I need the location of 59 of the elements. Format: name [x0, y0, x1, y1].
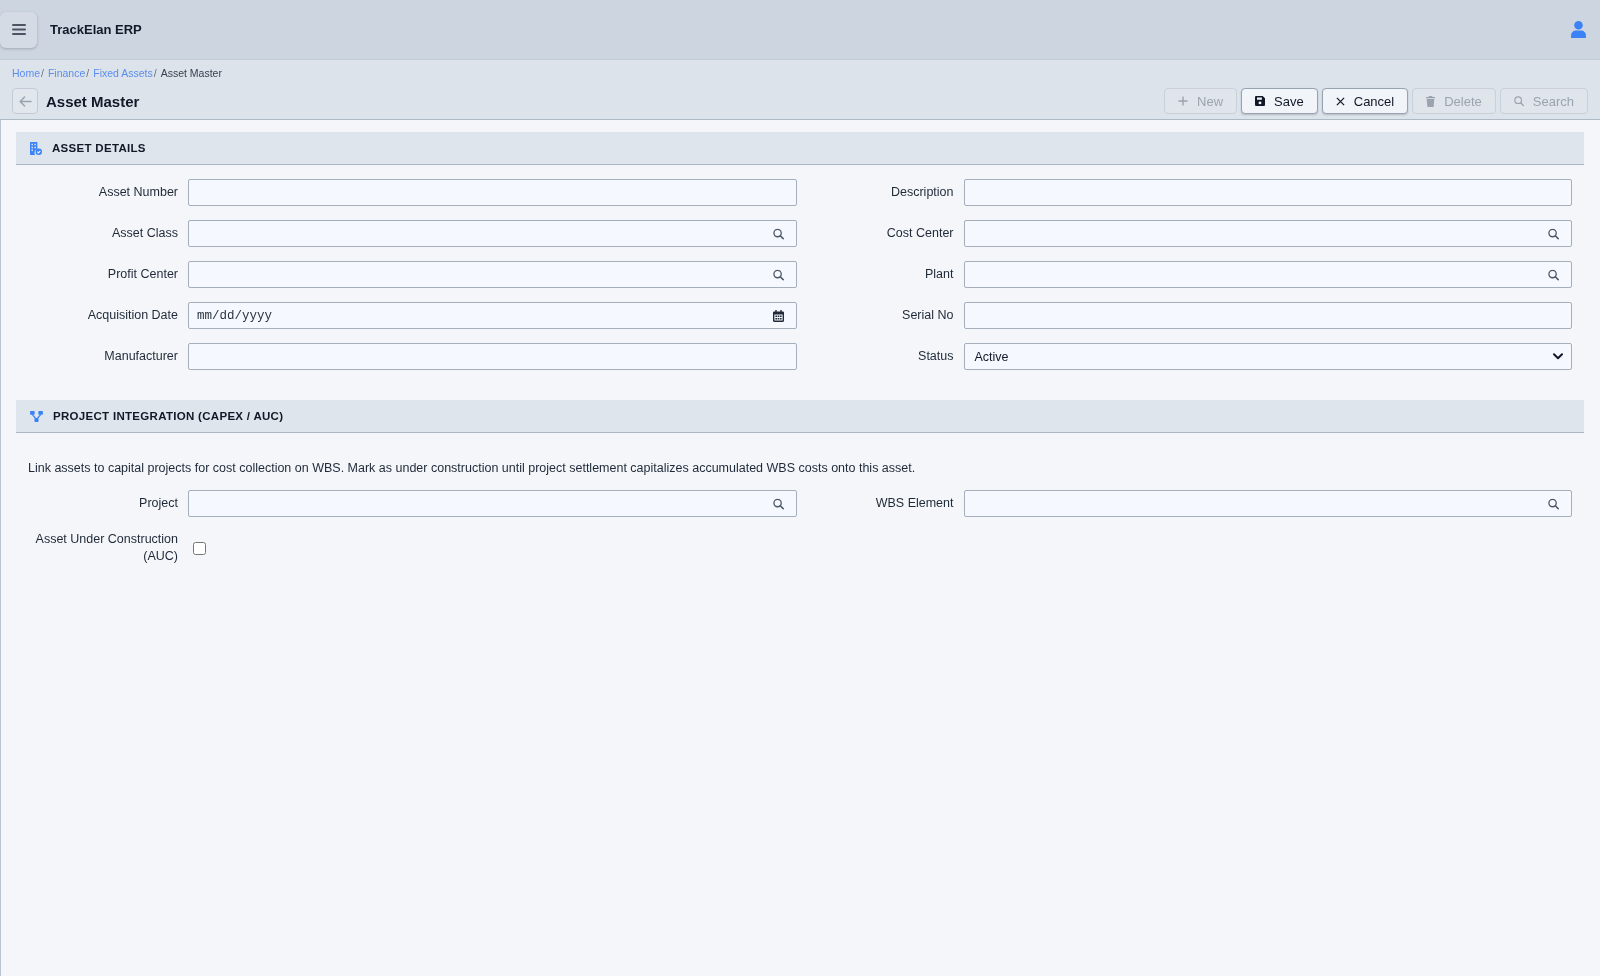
search-icon[interactable]	[1548, 228, 1559, 239]
field-label: Project	[139, 495, 178, 512]
network-diagram-icon	[30, 410, 43, 422]
lookup-field[interactable]	[963, 220, 1572, 247]
lookup-field[interactable]	[188, 261, 797, 288]
save-button[interactable]: Save	[1241, 88, 1318, 114]
cancel-button[interactable]: Cancel	[1321, 88, 1409, 114]
field-label: Status	[918, 348, 954, 365]
field-label: Cost Center	[886, 225, 954, 242]
field-label: Plant	[925, 266, 954, 283]
field-label: WBS Element	[875, 495, 954, 512]
search-icon[interactable]	[772, 228, 784, 239]
text-field[interactable]	[963, 302, 1572, 329]
search-icon[interactable]	[772, 269, 784, 280]
search-icon[interactable]	[1548, 498, 1559, 509]
field-label: Asset Number	[98, 184, 178, 201]
field-label: Acquisition Date	[87, 307, 178, 324]
text-field[interactable]	[188, 343, 797, 370]
arrow-left-icon	[18, 95, 32, 107]
section-title: PROJECT INTEGRATION (CAPEX / AUC)	[53, 410, 284, 422]
field-label: Manufacturer	[104, 348, 178, 365]
lookup-field[interactable]	[188, 220, 797, 247]
section-title: ASSET DETAILS	[52, 142, 146, 154]
field-label: Asset Under Construction (AUC)	[34, 531, 178, 565]
select-field[interactable]: Active	[963, 343, 1572, 370]
menu-icon	[11, 24, 26, 35]
breadcrumb-link[interactable]: Fixed Assets	[93, 67, 153, 79]
trash-icon	[1426, 95, 1436, 107]
breadcrumb-separator: /	[153, 67, 157, 79]
menu-button[interactable]	[0, 11, 37, 48]
section-description: Link assets to capital projects for cost collection on WBS. Mark as under construction until project settlement capitalizes accumulated WBS costs onto this asset.	[28, 461, 916, 476]
lookup-field[interactable]	[188, 490, 797, 517]
lookup-field[interactable]	[963, 261, 1572, 288]
breadcrumb-separator: /	[41, 67, 44, 79]
field-label: Description	[890, 184, 954, 201]
chevron-down-icon	[1553, 353, 1563, 360]
building-check-icon	[30, 141, 42, 155]
search-icon	[1513, 96, 1524, 106]
checkbox[interactable]	[193, 541, 206, 555]
user-icon[interactable]	[1571, 21, 1586, 38]
breadcrumb-link[interactable]: Home	[12, 67, 40, 79]
close-icon	[1335, 96, 1345, 106]
breadcrumb-link[interactable]: Finance	[47, 67, 86, 79]
page-title: Asset Master	[46, 92, 140, 110]
date-field[interactable]: mm/dd/yyyy	[188, 302, 797, 329]
breadcrumb-current: Asset Master	[160, 67, 222, 79]
app-title: TrackElan ERP	[50, 22, 142, 37]
breadcrumb-separator: /	[86, 67, 90, 79]
plus-icon	[1178, 96, 1189, 106]
text-field[interactable]	[963, 179, 1572, 206]
search-icon[interactable]	[1548, 269, 1559, 280]
lookup-field[interactable]	[963, 490, 1572, 517]
field-label: Profit Center	[107, 266, 178, 283]
search-icon[interactable]	[772, 498, 784, 509]
field-label: Asset Class	[112, 225, 178, 242]
field-label: Serial No	[902, 307, 954, 324]
calendar-icon[interactable]	[772, 309, 784, 322]
text-field[interactable]	[188, 179, 797, 206]
back-button[interactable]	[12, 88, 38, 114]
